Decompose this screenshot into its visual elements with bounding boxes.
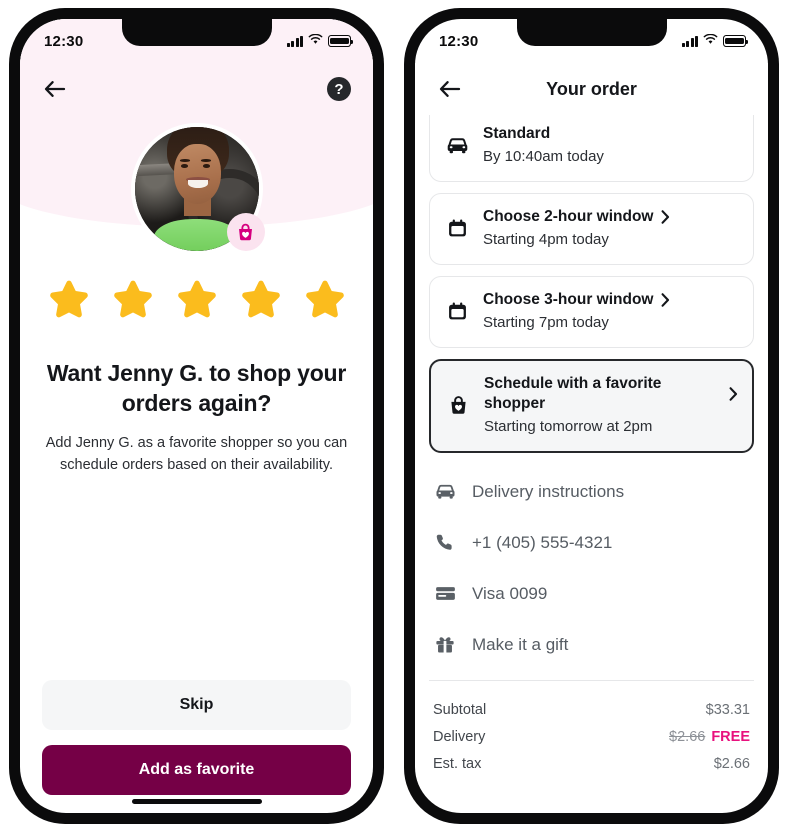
delivery-options-list: Standard By 10:40am today Choose 2-hour — [415, 115, 768, 778]
summary-label: Delivery — [433, 729, 486, 745]
option-title-text: Choose 3-hour window — [483, 291, 654, 308]
battery-full-icon — [723, 35, 749, 47]
calendar-icon — [444, 300, 470, 323]
order-summary: Subtotal $33.31 Delivery $2.66 FREE Est. … — [429, 680, 754, 778]
chevron-right-icon — [729, 387, 738, 401]
back-arrow-icon[interactable] — [437, 76, 463, 102]
delivery-option-title: Choose 3-hour window — [483, 290, 739, 310]
delivery-option-favorite-shopper[interactable]: Schedule with a favorite shopper Startin… — [429, 359, 754, 453]
car-delivery-icon — [433, 480, 457, 503]
option-title-text: Standard — [483, 125, 551, 142]
delivery-option-text: Choose 2-hour window Starting 4pm today — [483, 207, 739, 250]
status-time: 12:30 — [44, 32, 84, 50]
status-time: 12:30 — [439, 32, 479, 50]
phone-notch-left — [121, 19, 272, 46]
help-question-icon[interactable]: ? — [327, 77, 351, 101]
summary-struck-value: $2.66 — [669, 729, 706, 745]
info-row-label: +1 (405) 555-4321 — [472, 532, 613, 552]
battery-full-icon — [328, 35, 354, 47]
home-indicator-left — [131, 799, 262, 804]
left-nav-row: ? — [20, 63, 373, 115]
status-icons — [286, 32, 354, 50]
summary-row-est-tax: Est. tax $2.66 — [433, 751, 750, 778]
wifi-icon — [703, 32, 718, 50]
page-title: Want Jenny G. to shop your orders again? — [46, 360, 347, 416]
delivery-option-text: Schedule with a favorite shopper Startin… — [484, 374, 738, 437]
info-row-make-it-a-gift[interactable]: Make it a gift — [433, 619, 750, 670]
page-title: Your order — [546, 78, 637, 99]
option-title-text: Schedule with a favorite shopper — [484, 375, 662, 412]
delivery-option-title: Choose 2-hour window — [483, 207, 739, 227]
delivery-option-title: Schedule with a favorite shopper — [484, 374, 738, 414]
summary-row-delivery: Delivery $2.66 FREE — [433, 724, 750, 751]
left-screen: 12:30 ? Want Jenny G. to shop your order… — [20, 19, 373, 813]
delivery-option-title: Standard — [483, 124, 739, 144]
phone-icon — [433, 532, 457, 553]
delivery-option-subtitle: Starting 7pm today — [483, 314, 609, 331]
calendar-icon — [444, 217, 470, 240]
credit-card-icon — [433, 582, 457, 605]
delivery-option-subtitle: Starting tomorrow at 2pm — [484, 418, 653, 435]
summary-label: Subtotal — [433, 702, 487, 718]
info-row-payment-method[interactable]: Visa 0099 — [433, 568, 750, 619]
order-nav-row: Your order — [415, 63, 768, 115]
phone-right-your-order: 12:30 Your order Standard By 10:40am tod… — [404, 8, 779, 824]
star-filled-icon — [234, 275, 288, 332]
gift-icon — [433, 634, 457, 656]
shopper-avatar-wrap — [130, 123, 265, 255]
cellular-bars-icon — [681, 35, 698, 47]
chevron-right-icon — [661, 210, 670, 224]
star-filled-icon — [42, 275, 96, 332]
summary-free-badge: FREE — [711, 729, 750, 745]
cellular-bars-icon — [286, 35, 303, 47]
favorite-shopper-bag-heart-icon — [226, 213, 265, 251]
summary-row-subtotal: Subtotal $33.31 — [433, 697, 750, 724]
bag-heart-icon — [445, 394, 471, 417]
wifi-icon — [308, 32, 323, 50]
info-row-phone-number[interactable]: +1 (405) 555-4321 — [433, 517, 750, 568]
info-row-label: Visa 0099 — [472, 583, 548, 603]
page-subtext: Add Jenny G. as a favorite shopper so yo… — [45, 435, 348, 473]
car-delivery-icon — [444, 133, 470, 158]
delivery-option-text: Standard By 10:40am today — [483, 124, 739, 167]
order-info-list: Delivery instructions +1 (405) 555-4321 — [429, 466, 754, 670]
phone-left-favorite-shopper-prompt: 12:30 ? Want Jenny G. to shop your order… — [9, 8, 384, 824]
summary-value-group: $2.66 FREE — [669, 724, 750, 751]
delivery-option-subtitle: By 10:40am today — [483, 148, 604, 165]
bottom-action-bar: Skip Add as favorite — [20, 680, 373, 813]
delivery-option-3-hour-window[interactable]: Choose 3-hour window Starting 7pm today — [429, 276, 754, 348]
order-scroll-body[interactable]: Standard By 10:40am today Choose 2-hour — [415, 115, 768, 813]
info-row-delivery-instructions[interactable]: Delivery instructions — [433, 466, 750, 517]
delivery-option-standard[interactable]: Standard By 10:40am today — [429, 115, 754, 182]
status-icons — [681, 32, 749, 50]
star-filled-icon — [170, 275, 224, 332]
screenshot-stage: 12:30 ? Want Jenny G. to shop your order… — [0, 0, 790, 832]
rating-stars — [20, 275, 373, 332]
delivery-option-subtitle: Starting 4pm today — [483, 231, 609, 248]
back-arrow-icon[interactable] — [42, 76, 68, 102]
info-row-label: Make it a gift — [472, 634, 569, 654]
skip-button[interactable]: Skip — [42, 680, 351, 730]
option-title-text: Choose 2-hour window — [483, 208, 654, 225]
help-glyph: ? — [334, 80, 344, 98]
phone-notch-right — [516, 19, 667, 46]
delivery-option-text: Choose 3-hour window Starting 7pm today — [483, 290, 739, 333]
add-as-favorite-button[interactable]: Add as favorite — [42, 745, 351, 795]
hero-section: 12:30 ? — [20, 19, 373, 259]
info-row-label: Delivery instructions — [472, 481, 625, 501]
chevron-right-icon — [661, 293, 670, 307]
summary-value: $33.31 — [705, 702, 750, 718]
summary-label: Est. tax — [433, 756, 482, 772]
delivery-option-2-hour-window[interactable]: Choose 2-hour window Starting 4pm today — [429, 193, 754, 265]
summary-value: $2.66 — [713, 756, 750, 772]
star-filled-icon — [106, 275, 160, 332]
right-screen: 12:30 Your order Standard By 10:40am tod… — [415, 19, 768, 813]
star-filled-icon — [298, 275, 352, 332]
